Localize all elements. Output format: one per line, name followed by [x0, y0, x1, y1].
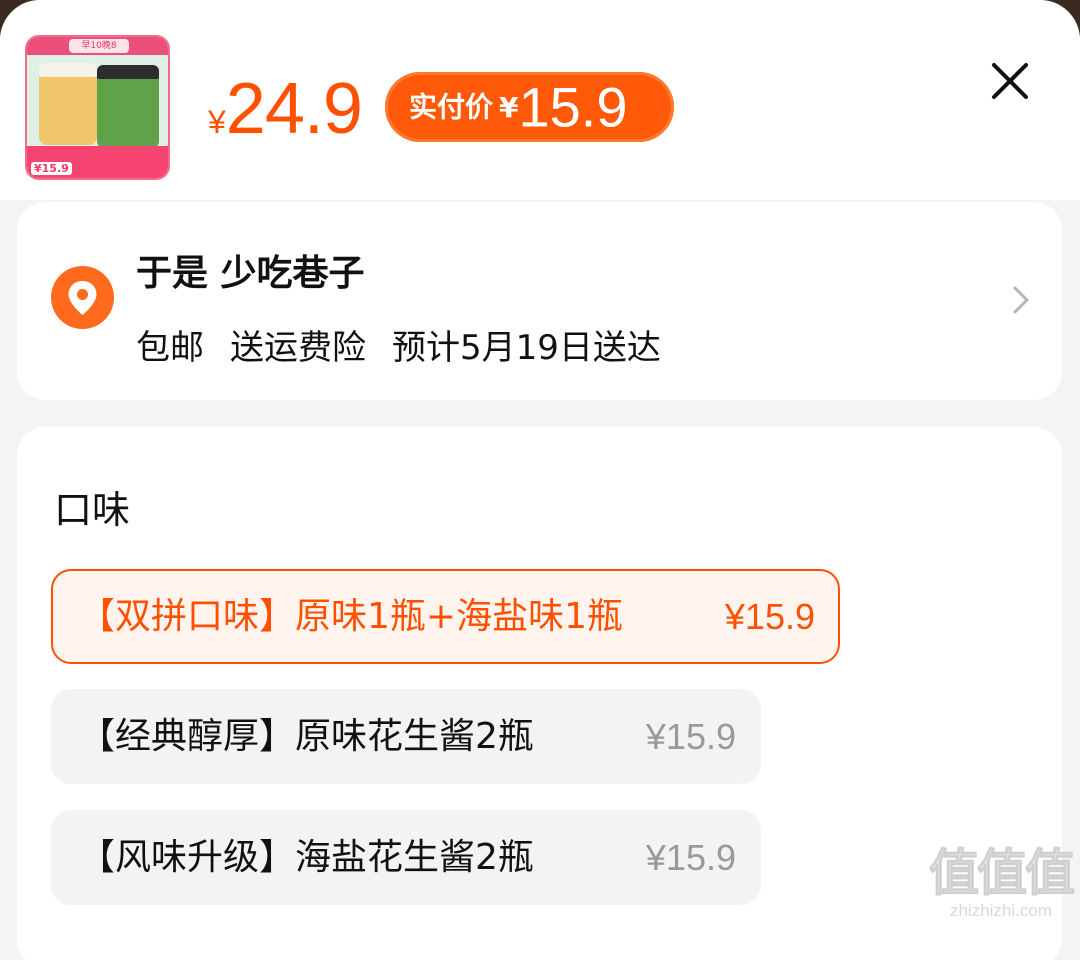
- jar-original-lid: [39, 63, 97, 77]
- watermark-logo: 值值值: [929, 844, 1076, 902]
- pay-price-value: 15.9: [518, 75, 628, 139]
- jar-original: [39, 67, 97, 145]
- original-price: ¥24.9: [208, 68, 363, 149]
- jar-sea-salt-lid: [97, 65, 159, 79]
- close-button[interactable]: [985, 56, 1035, 106]
- close-icon: [992, 63, 1028, 99]
- flavor-option-price: ¥15.9: [645, 837, 736, 878]
- sku-selector-sheet: 早10晚8 ¥15.9 ¥24.9 实付价 ¥15.9 于是 少吃巷子 包邮 送…: [0, 0, 1080, 960]
- location-pin-icon: [51, 266, 114, 329]
- watermark-url: zhizhizhi.com: [949, 901, 1053, 920]
- pay-price-label: 实付价: [409, 90, 494, 124]
- flavor-option-mixed[interactable]: 【双拼口味】原味1瓶+海盐味1瓶 ¥15.9: [51, 569, 840, 664]
- delivery-info: 包邮 送运费险 预计5月19日送达: [136, 320, 687, 369]
- free-shipping-label: 包邮: [136, 328, 204, 368]
- jar-sea-salt: [97, 69, 159, 149]
- flavor-section-title: 口味: [54, 488, 131, 532]
- chevron-right-icon: [1007, 282, 1037, 318]
- shipping-address-card[interactable]: 于是 少吃巷子 包邮 送运费险 预计5月19日送达: [17, 202, 1062, 400]
- site-watermark: 值值值 zhizhizhi.com: [926, 845, 1076, 929]
- product-thumbnail[interactable]: 早10晚8 ¥15.9: [25, 35, 170, 180]
- flavor-option-price: ¥15.9: [645, 716, 736, 757]
- flavor-option-price: ¥15.9: [724, 596, 815, 637]
- original-price-currency: ¥: [208, 104, 226, 140]
- actual-pay-price-pill: 实付价 ¥15.9: [385, 72, 674, 142]
- thumbnail-badge: 早10晚8: [69, 39, 129, 53]
- shipping-insurance-label: 送运费险: [230, 328, 366, 368]
- recipient-name: 于是 少吃巷子: [136, 253, 365, 294]
- flavor-option-label: 【双拼口味】原味1瓶+海盐味1瓶: [79, 596, 623, 637]
- flavor-option-label: 【经典醇厚】原味花生酱2瓶: [79, 716, 534, 757]
- original-price-value: 24.9: [225, 69, 363, 149]
- thumbnail-price: ¥15.9: [31, 162, 72, 175]
- flavor-selection-card: 口味 【双拼口味】原味1瓶+海盐味1瓶 ¥15.9 【经典醇厚】原味花生酱2瓶 …: [17, 427, 1062, 960]
- estimated-delivery: 预计5月19日送达: [392, 328, 661, 368]
- pay-price-currency: ¥: [499, 90, 519, 124]
- flavor-option-classic[interactable]: 【经典醇厚】原味花生酱2瓶 ¥15.9: [51, 689, 761, 784]
- flavor-option-label: 【风味升级】海盐花生酱2瓶: [79, 837, 534, 878]
- product-header: 早10晚8 ¥15.9 ¥24.9 实付价 ¥15.9: [0, 0, 1080, 200]
- flavor-option-sea-salt[interactable]: 【风味升级】海盐花生酱2瓶 ¥15.9: [51, 810, 761, 905]
